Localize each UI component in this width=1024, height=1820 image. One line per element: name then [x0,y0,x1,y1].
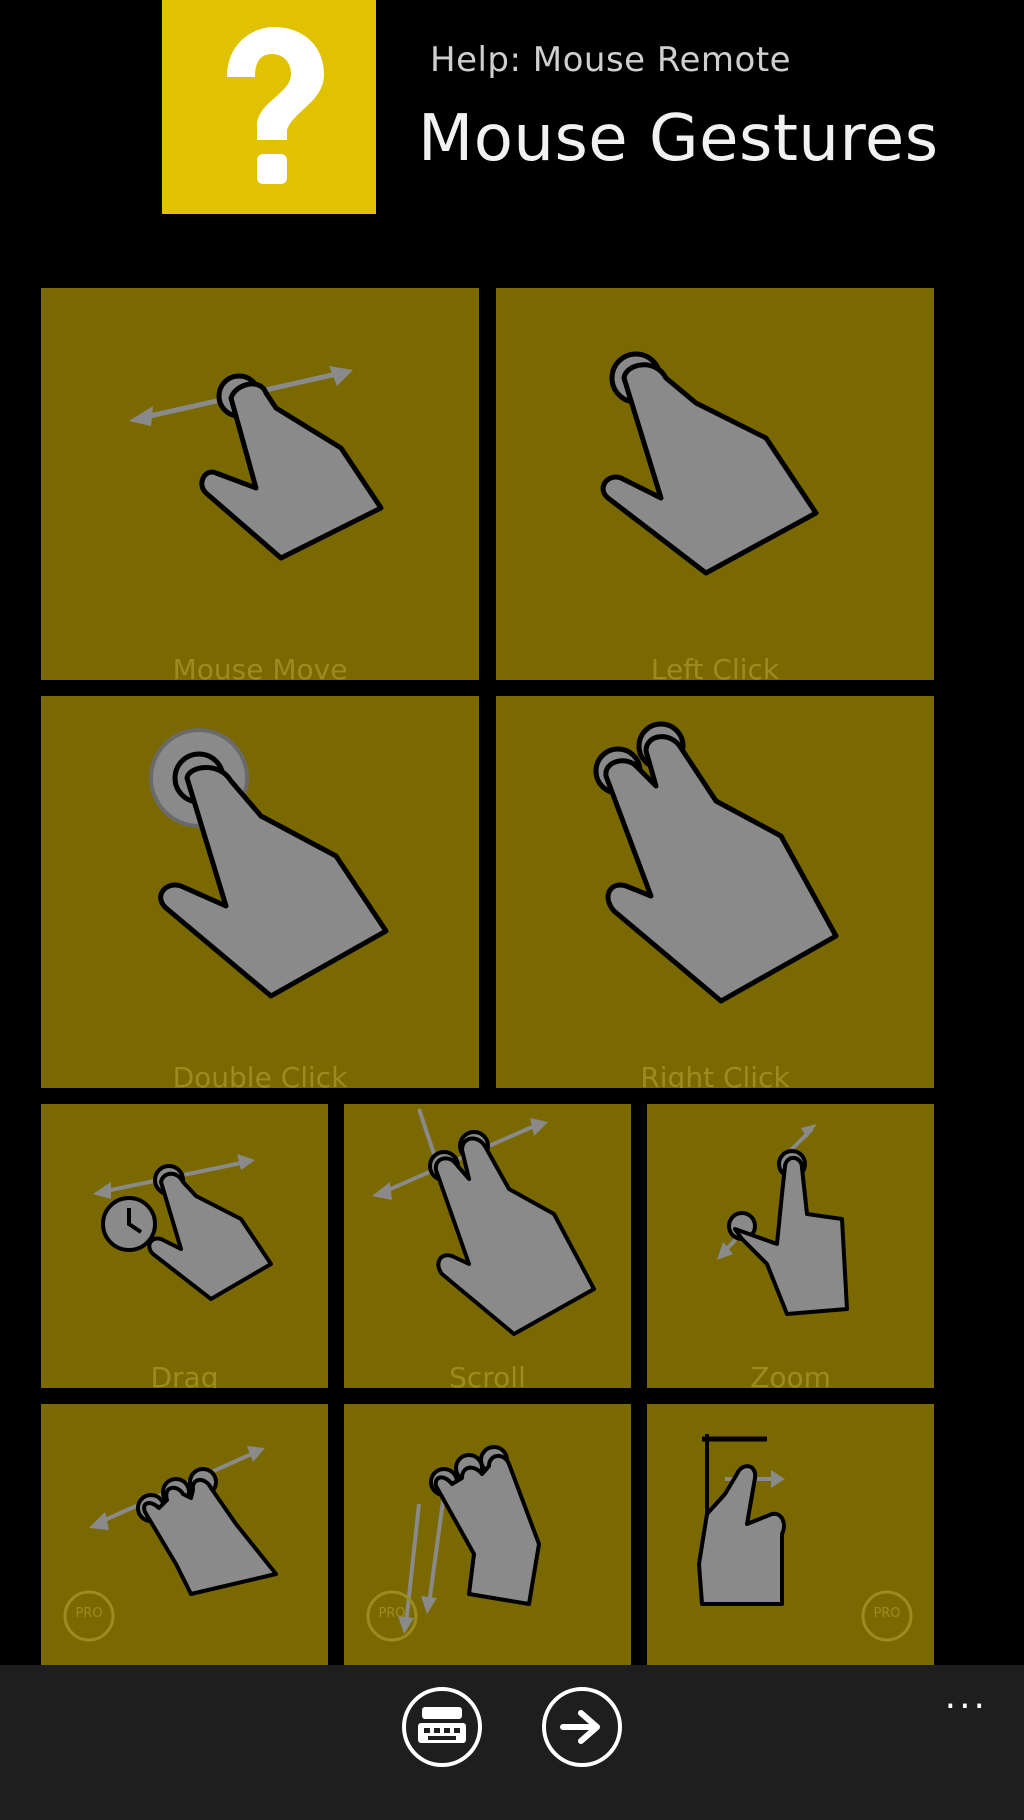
tile-label: Drag [150,1361,219,1388]
pinch-zoom-icon [717,1124,849,1316]
two-finger-tap-icon [593,721,839,1004]
tile-scroll[interactable]: Scroll [344,1104,631,1388]
tile-double-click[interactable]: Double Click [41,696,479,1088]
tile-drag[interactable]: Drag [41,1104,328,1388]
tile-left-click[interactable]: Left Click [496,288,934,680]
tile-zoom[interactable]: Zoom [647,1104,934,1388]
edge-swipe-icon [697,1434,913,1642]
keyboard-mouse-button[interactable] [402,1687,482,1767]
app-bar: ... [0,1665,1024,1820]
tile-label: Right Click [640,1061,790,1088]
more-options-button[interactable]: ... [945,1679,988,1715]
help-tile [162,0,376,214]
tile-label: Scroll [449,1361,526,1388]
tile-label: Left Click [650,653,780,680]
tile-edge-swipe[interactable]: PRO [647,1404,934,1688]
pro-badge: PRO [378,1606,406,1621]
question-mark-icon [227,27,324,184]
pro-badge: PRO [873,1606,901,1621]
double-tap-icon [149,728,389,999]
one-finger-tap-icon [600,351,819,576]
tile-three-finger-swipe[interactable]: PRO [41,1404,328,1688]
three-finger-swipe-icon [63,1446,278,1642]
tile-label: Double Click [172,1061,348,1088]
one-finger-swipe-icon [129,366,384,561]
two-finger-scroll-icon [372,1108,596,1336]
tile-right-click[interactable]: Right Click [496,696,934,1088]
tap-hold-drag-icon [93,1154,273,1301]
tile-label: Mouse Move [172,653,348,680]
pro-badge: PRO [75,1606,103,1621]
next-button[interactable] [542,1687,622,1767]
tile-three-finger-down[interactable]: PRO [344,1404,631,1688]
page-title: Mouse Gestures [418,102,939,176]
tile-mouse-move[interactable]: Mouse Move [41,288,479,680]
three-finger-down-icon [366,1445,541,1642]
app-subtitle: Help: Mouse Remote [430,40,792,80]
keyboard-mouse-icon [418,1707,466,1743]
tile-label: Zoom [750,1361,831,1388]
arrow-right-icon [560,1710,600,1744]
